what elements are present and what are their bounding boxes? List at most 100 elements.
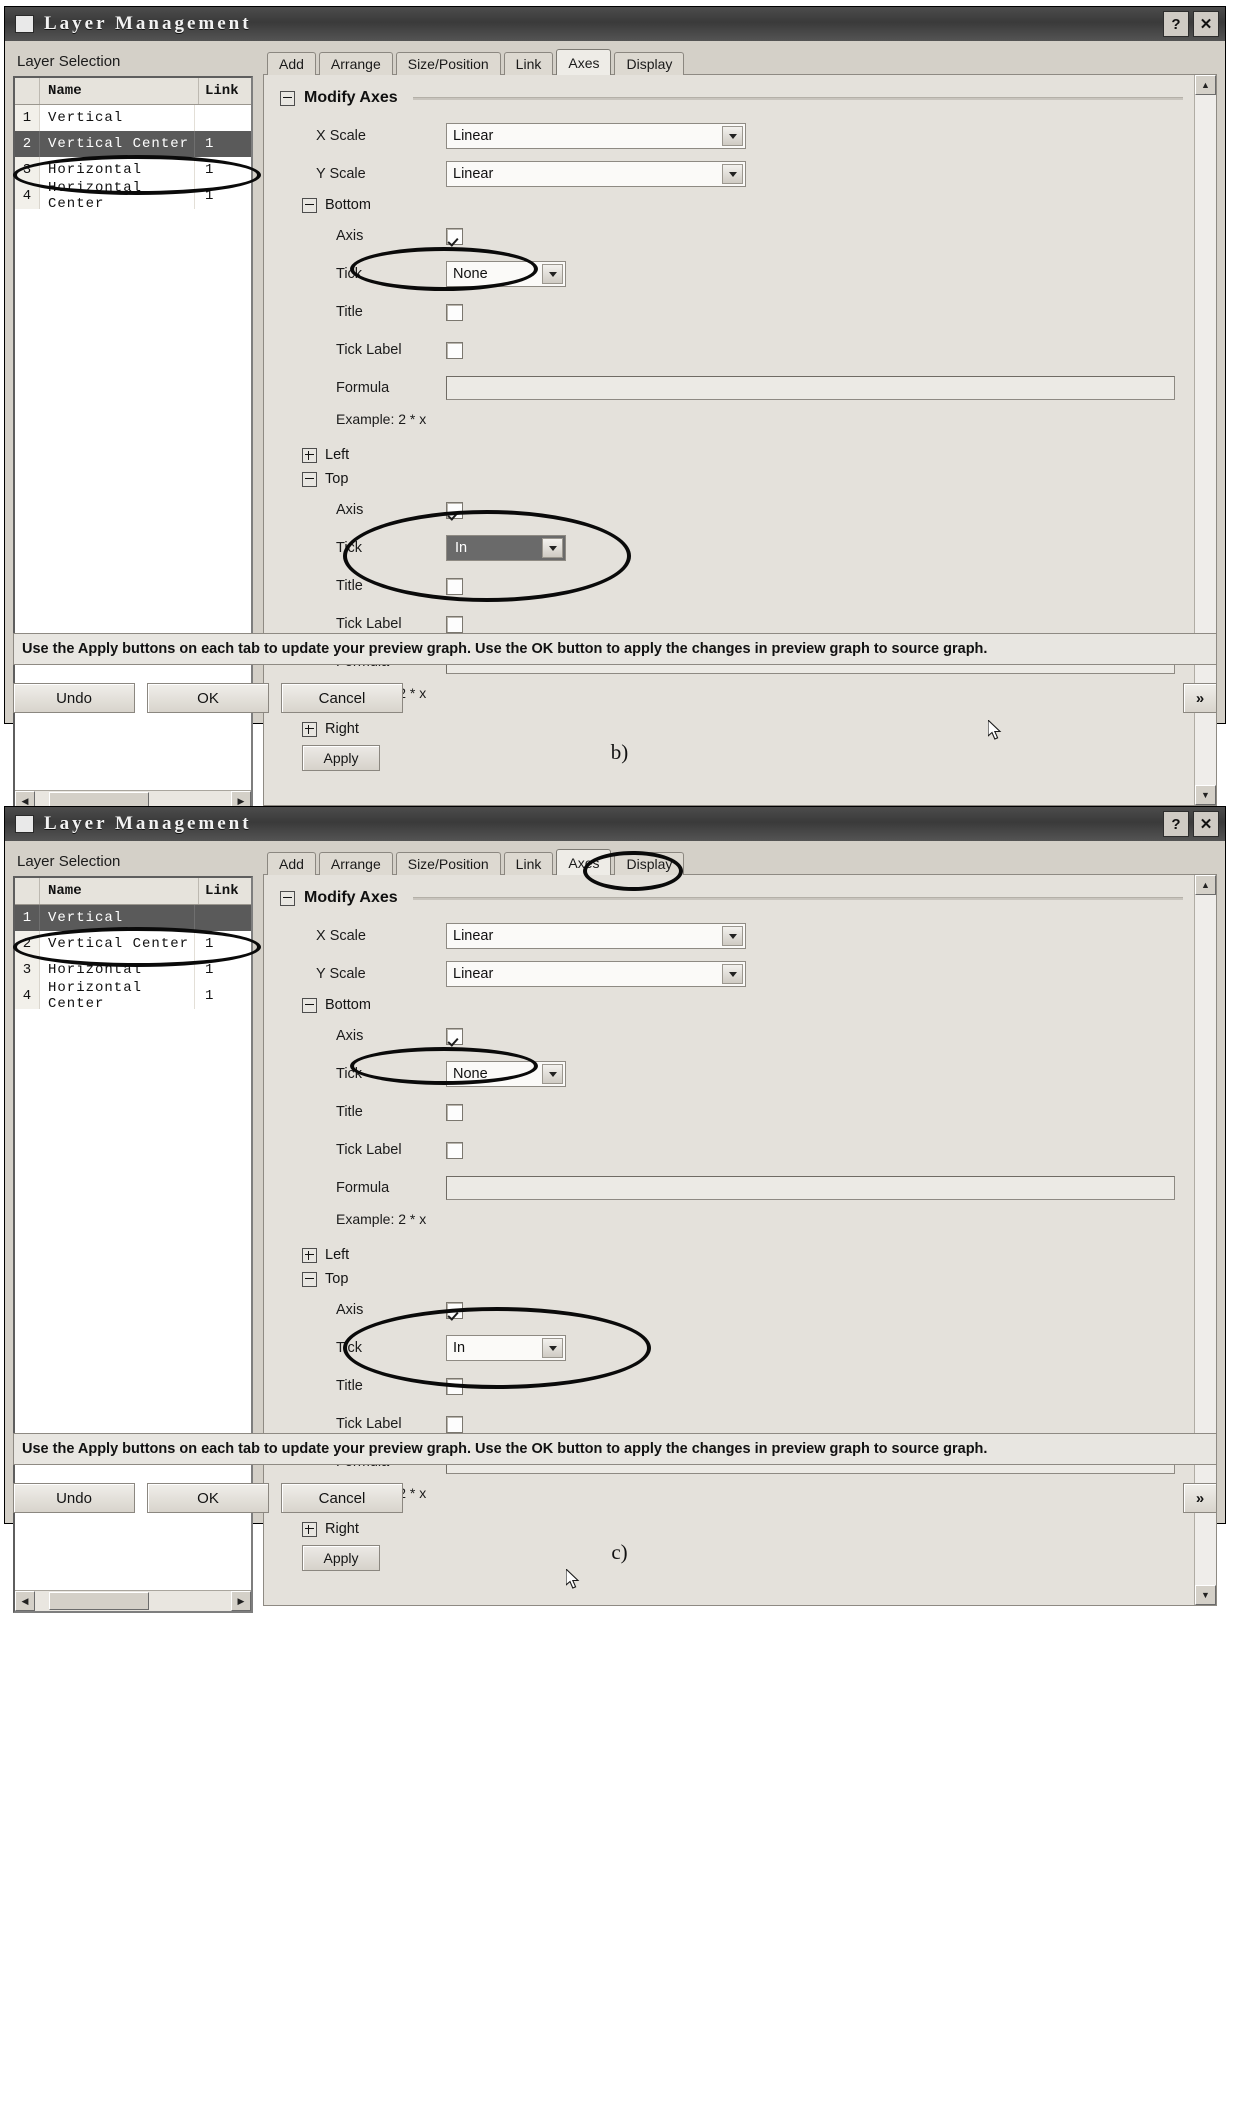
section-divider	[412, 896, 1183, 900]
close-button[interactable]: ✕	[1193, 811, 1219, 837]
column-header-name[interactable]: Name	[40, 878, 199, 904]
table-row-selected[interactable]: 1 Vertical	[15, 905, 251, 931]
tab-link[interactable]: Link	[503, 52, 554, 75]
chevron-down-icon[interactable]	[542, 1064, 563, 1084]
right-group-header[interactable]: Right	[302, 1521, 1183, 1537]
x-scale-select[interactable]: Linear	[446, 923, 746, 949]
figure-caption-c: c)	[611, 1540, 628, 1564]
bottom-tick-select[interactable]: None	[446, 1061, 566, 1087]
top-tick-select[interactable]: In	[446, 1335, 566, 1361]
undo-button[interactable]: Undo	[13, 1483, 135, 1513]
chevron-down-icon[interactable]	[722, 126, 743, 146]
bottom-title-checkbox[interactable]	[446, 1103, 463, 1121]
table-row[interactable]: 1 Vertical	[15, 105, 251, 131]
bottom-group-header[interactable]: Bottom	[302, 197, 1183, 213]
top-ticklabel-checkbox[interactable]	[446, 1415, 463, 1433]
column-header-link[interactable]: Link	[199, 878, 251, 904]
bottom-formula-input[interactable]	[446, 376, 1175, 400]
tab-strip: Add Arrange Size/Position Link Axes Disp…	[263, 849, 1217, 875]
tab-axes[interactable]: Axes	[556, 49, 612, 75]
expand-icon[interactable]	[302, 721, 317, 737]
expand-icon[interactable]	[302, 1247, 317, 1263]
title-bar[interactable]: Layer Management ? ✕	[5, 807, 1225, 841]
chevron-down-icon[interactable]	[722, 164, 743, 184]
chevron-down-icon[interactable]	[542, 1338, 563, 1358]
top-ticklabel-checkbox[interactable]	[446, 615, 463, 633]
scroll-up-icon[interactable]: ▲	[1195, 875, 1216, 895]
expand-icon[interactable]	[302, 447, 317, 463]
scroll-right-icon[interactable]: ▶	[231, 1591, 251, 1611]
collapse-icon[interactable]	[302, 197, 317, 213]
tab-add[interactable]: Add	[267, 52, 316, 75]
bottom-formula-input[interactable]	[446, 1176, 1175, 1200]
more-options-button[interactable]: »	[1183, 683, 1217, 713]
top-group-header[interactable]: Top	[302, 1271, 1183, 1287]
scroll-down-icon[interactable]: ▼	[1195, 1585, 1216, 1605]
modify-axes-header[interactable]: Modify Axes	[280, 89, 1183, 107]
hscroll-thumb[interactable]	[49, 1592, 149, 1610]
tab-add[interactable]: Add	[267, 852, 316, 875]
tab-arrange[interactable]: Arrange	[318, 52, 393, 75]
left-group-header[interactable]: Left	[302, 447, 1183, 463]
collapse-icon[interactable]	[302, 1271, 317, 1287]
bottom-ticklabel-checkbox[interactable]	[446, 1141, 463, 1159]
table-row-selected[interactable]: 2 Vertical Center 1	[15, 131, 251, 157]
top-title-checkbox[interactable]	[446, 1377, 463, 1395]
collapse-icon[interactable]	[280, 90, 295, 106]
column-header-link[interactable]: Link	[199, 78, 251, 104]
collapse-icon[interactable]	[302, 471, 317, 487]
table-row[interactable]: 4 Horizontal Center 1	[15, 980, 251, 1012]
bottom-ticklabel-checkbox[interactable]	[446, 341, 463, 359]
hscroll-track[interactable]	[35, 1591, 231, 1611]
bottom-axis-checkbox[interactable]	[446, 227, 463, 245]
table-row[interactable]: 4 Horizontal Center 1	[15, 180, 251, 212]
tab-display[interactable]: Display	[614, 52, 685, 75]
help-button[interactable]: ?	[1163, 811, 1189, 837]
tab-arrange[interactable]: Arrange	[318, 852, 393, 875]
tab-display[interactable]: Display	[614, 852, 685, 875]
more-options-button[interactable]: »	[1183, 1483, 1217, 1513]
left-group-header[interactable]: Left	[302, 1247, 1183, 1263]
top-tick-select[interactable]: In	[446, 535, 566, 561]
tab-axes[interactable]: Axes	[556, 849, 612, 875]
top-axis-checkbox[interactable]	[446, 501, 463, 519]
scroll-up-icon[interactable]: ▲	[1195, 75, 1216, 95]
bottom-tick-select[interactable]: None	[446, 261, 566, 287]
chevron-down-icon[interactable]	[542, 264, 563, 284]
collapse-icon[interactable]	[280, 890, 295, 906]
scroll-left-icon[interactable]: ◀	[15, 1591, 35, 1611]
mouse-cursor	[988, 720, 1002, 740]
table-row[interactable]: 2 Vertical Center 1	[15, 931, 251, 957]
close-button[interactable]: ✕	[1193, 11, 1219, 37]
chevron-down-icon[interactable]	[722, 926, 743, 946]
tab-link[interactable]: Link	[503, 852, 554, 875]
scroll-down-icon[interactable]: ▼	[1195, 785, 1216, 805]
cancel-button[interactable]: Cancel	[281, 1483, 403, 1513]
cancel-button[interactable]: Cancel	[281, 683, 403, 713]
x-scale-select[interactable]: Linear	[446, 123, 746, 149]
layer-list-hscrollbar[interactable]: ◀ ▶	[15, 1590, 251, 1611]
chevron-down-icon[interactable]	[722, 964, 743, 984]
collapse-icon[interactable]	[302, 997, 317, 1013]
modify-axes-header[interactable]: Modify Axes	[280, 889, 1183, 907]
top-group-header[interactable]: Top	[302, 471, 1183, 487]
ok-button[interactable]: OK	[147, 683, 269, 713]
top-title-checkbox[interactable]	[446, 577, 463, 595]
bottom-title-checkbox[interactable]	[446, 303, 463, 321]
column-header-name[interactable]: Name	[40, 78, 199, 104]
bottom-group-header[interactable]: Bottom	[302, 997, 1183, 1013]
expand-icon[interactable]	[302, 1521, 317, 1537]
footer-buttons-c: Undo OK Cancel »	[13, 1481, 1217, 1515]
help-button[interactable]: ?	[1163, 11, 1189, 37]
tab-size-position[interactable]: Size/Position	[395, 852, 501, 875]
y-scale-select[interactable]: Linear	[446, 961, 746, 987]
chevron-down-icon[interactable]	[542, 538, 563, 558]
tab-size-position[interactable]: Size/Position	[395, 52, 501, 75]
undo-button[interactable]: Undo	[13, 683, 135, 713]
ok-button[interactable]: OK	[147, 1483, 269, 1513]
right-group-header[interactable]: Right	[302, 721, 1183, 737]
top-axis-checkbox[interactable]	[446, 1301, 463, 1319]
bottom-axis-checkbox[interactable]	[446, 1027, 463, 1045]
y-scale-select[interactable]: Linear	[446, 161, 746, 187]
title-bar[interactable]: Layer Management ? ✕	[5, 7, 1225, 41]
